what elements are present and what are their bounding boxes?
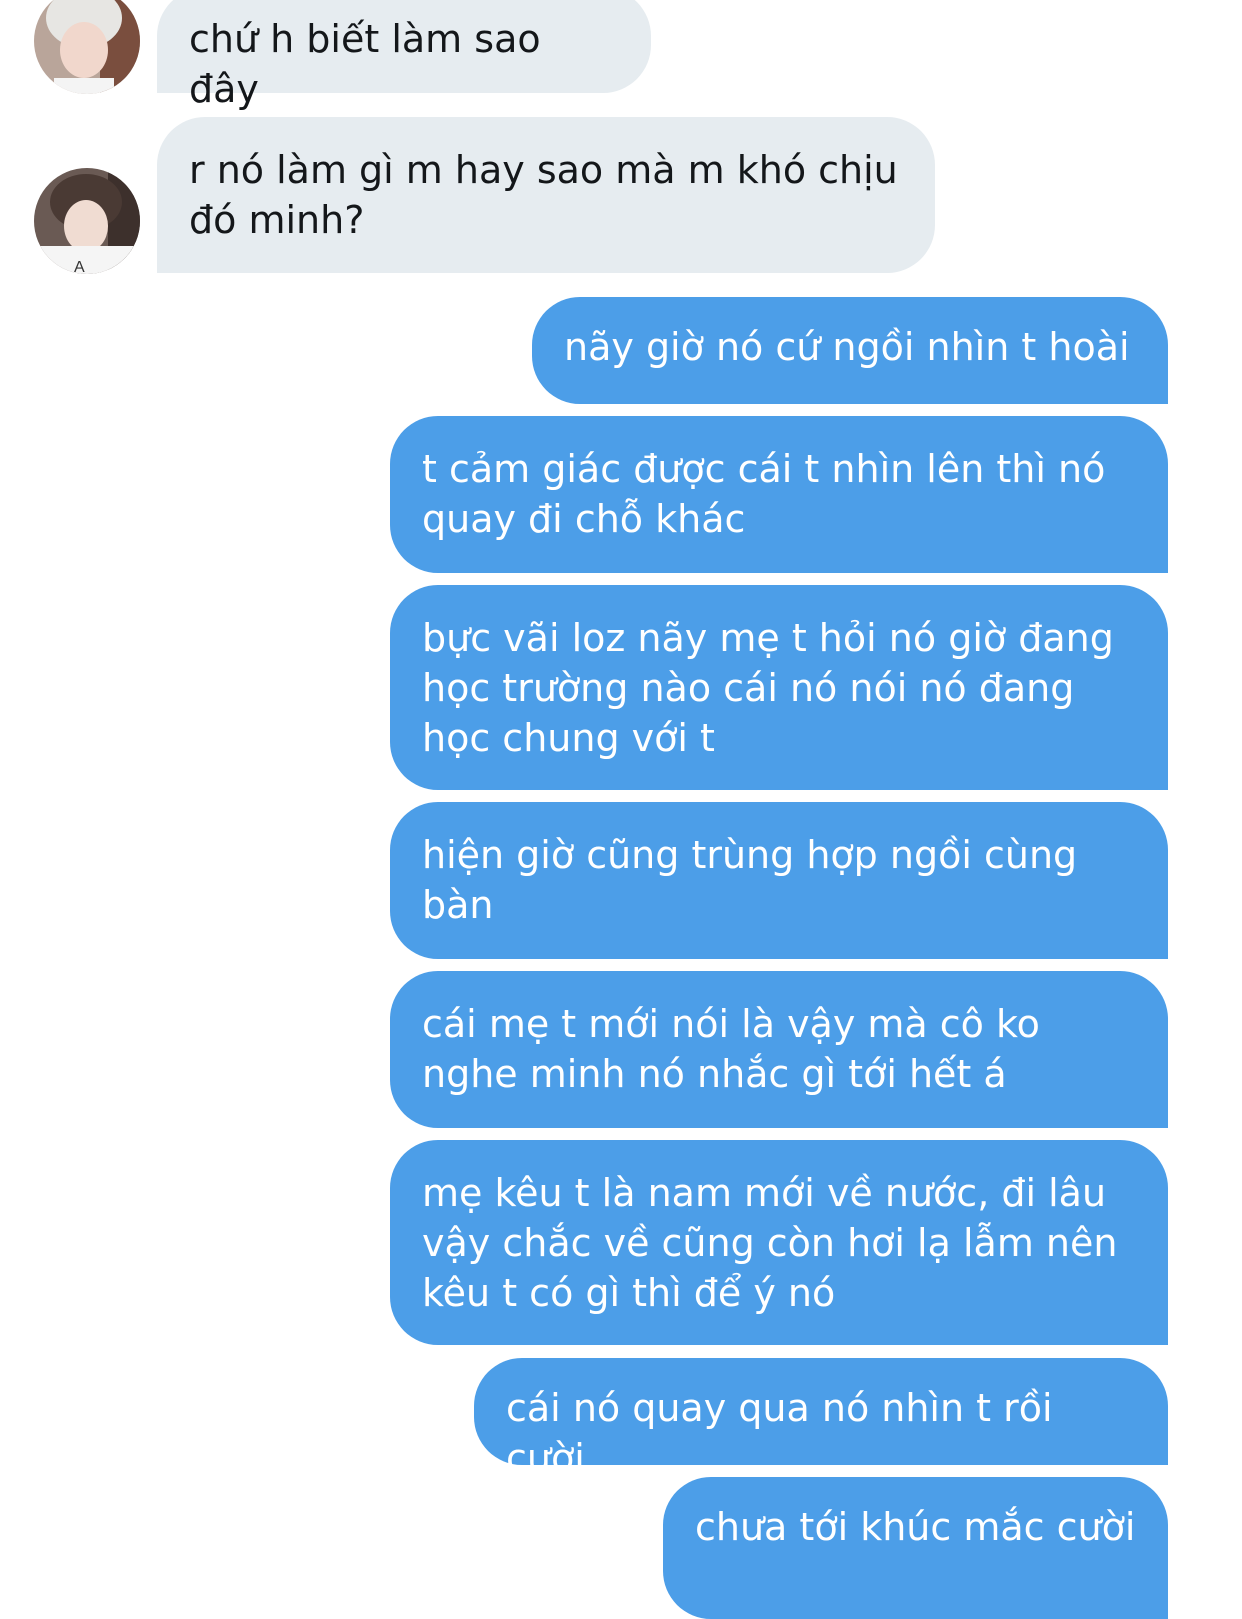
contact-avatar-2[interactable]: A [34, 168, 140, 274]
message-thread: A chứ h biết làm sao đây r nó làm gì m h… [0, 0, 1242, 1619]
outgoing-message[interactable]: t cảm giác được cái t nhìn lên thì nó qu… [390, 416, 1168, 573]
outgoing-message[interactable]: hiện giờ cũng trùng hợp ngồi cùng bàn [390, 802, 1168, 959]
contact-avatar-1[interactable] [34, 0, 140, 94]
outgoing-message[interactable]: cái mẹ t mới nói là vậy mà cô ko nghe mi… [390, 971, 1168, 1128]
outgoing-message[interactable]: bực vãi loz nãy mẹ t hỏi nó giờ đang học… [390, 585, 1168, 790]
incoming-message[interactable]: chứ h biết làm sao đây [157, 0, 651, 111]
outgoing-message[interactable]: mẹ kêu t là nam mới về nước, đi lâu vậy … [390, 1140, 1168, 1345]
incoming-message[interactable]: r nó làm gì m hay sao mà m khó chịu đó m… [157, 117, 935, 273]
outgoing-message[interactable]: chưa tới khúc mắc cười [663, 1477, 1168, 1619]
svg-text:A: A [74, 259, 85, 274]
outgoing-message[interactable]: cái nó quay qua nó nhìn t rồi cười [474, 1358, 1168, 1480]
outgoing-message[interactable]: nãy giờ nó cứ ngồi nhìn t hoài [532, 297, 1168, 404]
